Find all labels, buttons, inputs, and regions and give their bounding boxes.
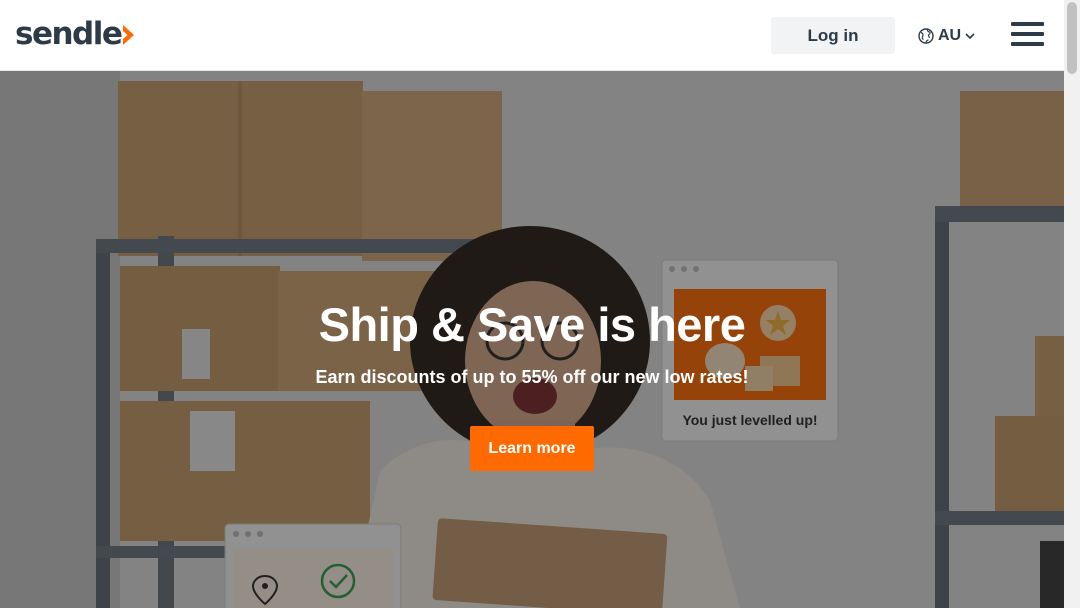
logo-chevron-icon (123, 25, 135, 45)
page: sendle Log in AU You just levelled up! S… (0, 0, 1080, 608)
hamburger-bar (1011, 32, 1044, 36)
scrollbar-thumb[interactable] (1067, 2, 1077, 74)
locale-label: AU (938, 27, 962, 44)
hamburger-bar (1011, 42, 1044, 46)
hero-subtitle: Earn discounts of up to 55% off our new … (315, 367, 749, 387)
page-scrollbar[interactable] (1064, 0, 1080, 608)
hero-section: You just levelled up! Ship & Save is her… (0, 71, 1064, 608)
globe-icon (918, 28, 934, 44)
login-button[interactable]: Log in (771, 17, 895, 54)
logo-wordmark: sendle (15, 15, 123, 52)
hamburger-bar (1011, 22, 1044, 26)
hero-title: Ship & Save is here (318, 298, 746, 351)
sendle-logo[interactable]: sendle (15, 14, 136, 54)
chevron-down-icon (965, 33, 975, 40)
learn-more-button[interactable]: Learn more (470, 426, 594, 471)
hamburger-icon[interactable] (1011, 22, 1044, 47)
site-header: sendle Log in AU (0, 0, 1064, 71)
locale-selector[interactable]: AU (918, 25, 975, 47)
